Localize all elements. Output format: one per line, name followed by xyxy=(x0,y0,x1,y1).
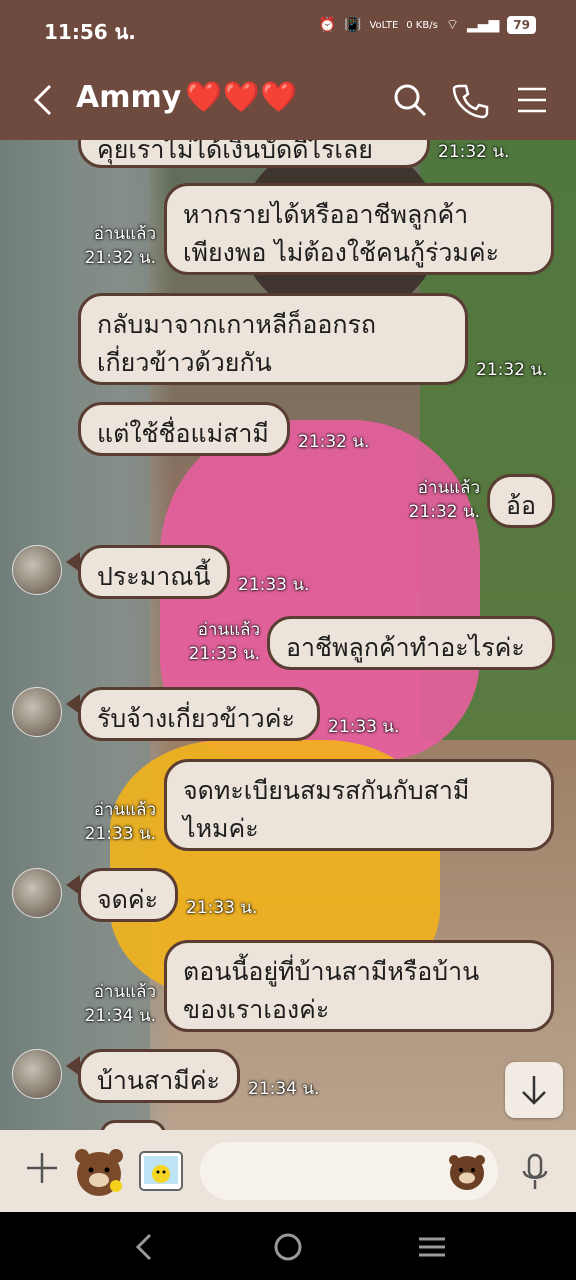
message-meta: อ่านแล้ว 21:32 น. xyxy=(402,476,480,524)
message-time: 21:33 น. xyxy=(84,824,156,844)
message-text: บ้านสามีค่ะ xyxy=(97,1066,220,1095)
nav-home-icon[interactable] xyxy=(271,1230,305,1264)
contact-name: Ammy xyxy=(76,80,182,115)
arrow-down-icon xyxy=(522,1076,546,1105)
hearts: ❤️❤️❤️ xyxy=(185,80,298,115)
read-status: อ่านแล้ว xyxy=(197,620,260,640)
read-status: อ่านแล้ว xyxy=(417,478,480,498)
message-time: 21:34 น. xyxy=(248,1079,320,1099)
avatar[interactable] xyxy=(12,868,62,918)
message-line: ของเราเองค่ะ xyxy=(183,995,330,1024)
battery-level: 79 xyxy=(507,16,536,34)
wifi-icon: ⌔ xyxy=(445,17,459,33)
message-time: 21:32 น. xyxy=(298,432,370,452)
message-bubble[interactable]: รับจ้างเกี่ยวข้าวค่ะ xyxy=(78,687,320,741)
message-text: รับจ้างเกี่ยวข้าวค่ะ xyxy=(97,704,295,733)
message-text: คุยเราไม่ได้เงินบัดดีไรเลย xyxy=(97,140,373,164)
nav-recents-icon[interactable] xyxy=(415,1230,449,1264)
message-time: 21:34 น. xyxy=(84,1006,156,1026)
avatar[interactable] xyxy=(12,545,62,595)
search-icon[interactable] xyxy=(390,80,430,120)
message-time: 21:33 น. xyxy=(186,898,258,918)
message-time: 21:32 น. xyxy=(408,502,480,522)
microphone-icon[interactable] xyxy=(520,1152,550,1192)
message-time: 21:33 น. xyxy=(188,644,260,664)
signal-icon: ▂▄▆ xyxy=(466,17,500,33)
volte-label: VoLTE xyxy=(369,19,399,31)
emoji-icon[interactable] xyxy=(446,1150,488,1192)
bear-sticker-icon[interactable] xyxy=(70,1142,128,1200)
message-line: หากรายได้หรืออาชีพลูกค้า xyxy=(183,200,469,229)
system-nav-bar xyxy=(0,1212,576,1280)
message-bubble[interactable]: แต่ใช้ชื่อแม่สามี xyxy=(78,402,290,456)
vibrate-icon: 📳 xyxy=(344,17,362,33)
photo-sticker-icon[interactable] xyxy=(136,1146,186,1196)
message-bubble[interactable]: อ้อ xyxy=(487,474,555,528)
message-meta: อ่านแล้ว 21:33 น. xyxy=(84,798,156,846)
status-bar: 11:56 น. ⏰ 📳 VoLTE 0 KB/s ⌔ ▂▄▆ 79 xyxy=(0,0,576,58)
message-time: 21:32 น. xyxy=(438,142,510,162)
message-time: 21:33 น. xyxy=(238,575,310,595)
message-bubble[interactable]: ตอนนี้อยู่ที่บ้านสามีหรือบ้าน ของเราเองค… xyxy=(164,940,554,1032)
status-time: 11:56 น. xyxy=(44,20,136,44)
message-line: เกี่ยวข้าวด้วยกัน xyxy=(97,348,272,377)
message-bubble[interactable]: คุยเราไม่ได้เงินบัดดีไรเลย xyxy=(78,140,430,168)
chat-title: Ammy ❤️❤️❤️ xyxy=(76,80,297,115)
avatar[interactable] xyxy=(12,1049,62,1099)
message-time: 21:32 น. xyxy=(84,248,156,268)
nav-back-icon[interactable] xyxy=(128,1230,162,1264)
message-text: อ้อ xyxy=(506,491,537,520)
message-time: 21:32 น. xyxy=(476,360,548,380)
message-bubble[interactable]: ประมาณนี้ xyxy=(78,545,230,599)
scroll-down-button[interactable] xyxy=(505,1062,563,1118)
chat-area[interactable]: คุยเราไม่ได้เงินบัดดีไรเลย 21:32 น. อ่าน… xyxy=(0,140,576,1130)
message-line: ตอนนี้อยู่ที่บ้านสามีหรือบ้าน xyxy=(183,957,480,986)
message-text: อาชีพลูกค้าทำอะไรค่ะ xyxy=(286,633,525,662)
message-text: จดค่ะ xyxy=(97,885,159,914)
message-bubble[interactable]: กลับมาจากเกาหลีก็ออกรถ เกี่ยวข้าวด้วยกัน xyxy=(78,293,468,385)
back-icon[interactable] xyxy=(28,80,58,120)
phone-icon[interactable] xyxy=(450,80,490,120)
message-text: ประมาณนี้ xyxy=(97,562,211,591)
plus-icon[interactable] xyxy=(24,1150,60,1186)
read-status: อ่านแล้ว xyxy=(93,224,156,244)
avatar[interactable] xyxy=(12,687,62,737)
net-speed: 0 KB/s xyxy=(406,19,438,31)
message-line: กลับมาจากเกาหลีก็ออกรถ xyxy=(97,310,377,339)
message-line: จดทะเบียนสมรสกันกับสามี xyxy=(183,776,470,805)
alarm-icon: ⏰ xyxy=(318,17,337,33)
read-status: อ่านแล้ว xyxy=(93,800,156,820)
read-status: อ่านแล้ว xyxy=(93,982,156,1002)
message-time: 21:33 น. xyxy=(328,717,400,737)
message-meta: อ่านแล้ว 21:33 น. xyxy=(184,618,260,666)
message-bubble[interactable]: จดทะเบียนสมรสกันกับสามี ไหมค่ะ xyxy=(164,759,554,851)
message-bubble[interactable]: จดค่ะ xyxy=(78,868,178,922)
message-meta: อ่านแล้ว 21:32 น. xyxy=(84,222,156,270)
input-bar xyxy=(0,1130,576,1212)
status-icons: ⏰ 📳 VoLTE 0 KB/s ⌔ ▂▄▆ 79 xyxy=(319,16,536,34)
message-text: แต่ใช้ชื่อแม่สามี xyxy=(97,419,269,448)
chat-header: Ammy ❤️❤️❤️ xyxy=(0,58,576,140)
message-bubble[interactable]: อาชีพลูกค้าทำอะไรค่ะ xyxy=(267,616,555,670)
message-line: ไหมค่ะ xyxy=(183,814,259,843)
message-line: เพียงพอ ไม่ต้องใช้คนกู้ร่วมค่ะ xyxy=(183,238,500,267)
message-bubble[interactable]: บ้านสามีค่ะ xyxy=(78,1049,240,1103)
menu-icon[interactable] xyxy=(512,80,552,120)
message-meta: อ่านแล้ว 21:34 น. xyxy=(84,980,156,1028)
message-bubble[interactable] xyxy=(100,1120,166,1130)
message-bubble[interactable]: หากรายได้หรืออาชีพลูกค้า เพียงพอ ไม่ต้อง… xyxy=(164,183,554,275)
